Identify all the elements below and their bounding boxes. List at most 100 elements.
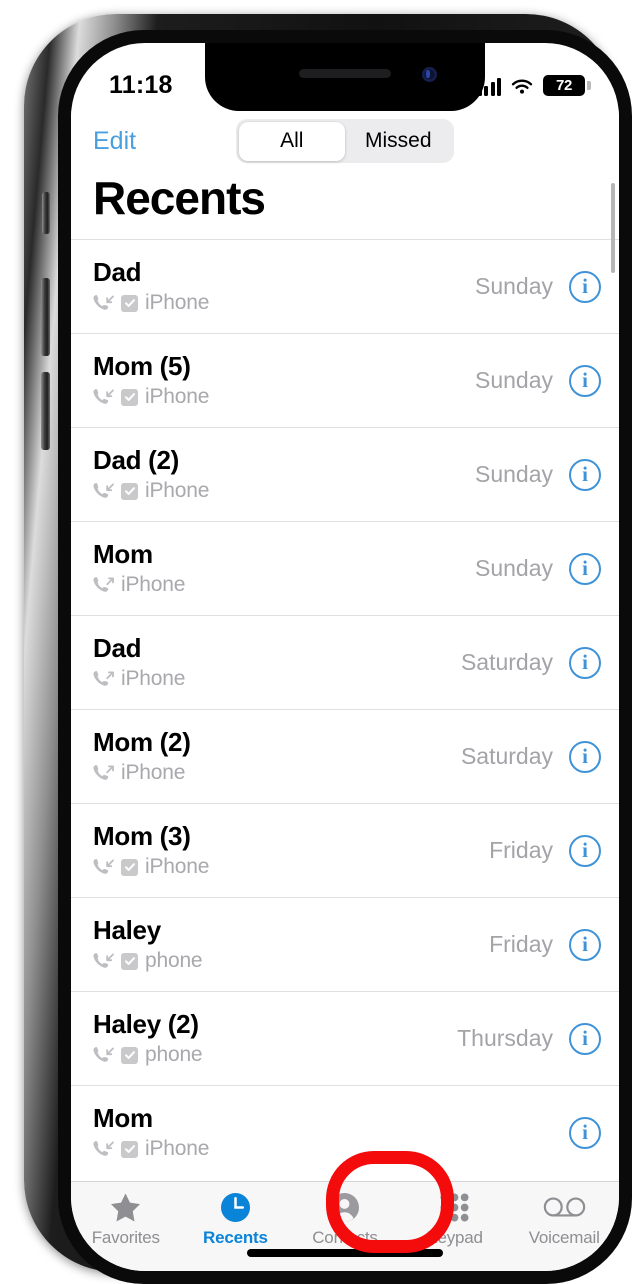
sim-checkbox-icon (121, 294, 138, 312)
incoming-call-icon (93, 1046, 114, 1065)
caller-name: Mom (3) (93, 820, 191, 851)
display-notch (205, 43, 485, 111)
call-timestamp: Saturday (460, 743, 553, 769)
call-details: iPhone (93, 573, 475, 597)
call-timestamp: Sunday (474, 555, 553, 581)
caller-name: Mom (5) (93, 350, 191, 381)
call-info-button[interactable]: i (569, 552, 601, 585)
call-details: iPhone (93, 855, 489, 879)
tab-item-favorites[interactable]: Favorites (71, 1191, 181, 1248)
tab-item-voicemail[interactable]: Voicemail (509, 1191, 619, 1248)
call-details: iPhone (93, 667, 461, 691)
call-row[interactable]: Mom (5) iPhone Sunday i (71, 333, 619, 427)
outgoing-call-icon (93, 576, 114, 595)
caller-name: Dad (93, 256, 142, 287)
calls-filter-segmented-control[interactable]: All Missed (236, 119, 454, 163)
caller-name: Dad (2) (93, 444, 180, 475)
call-info-button[interactable]: i (569, 834, 601, 867)
call-info-button[interactable]: i (569, 458, 601, 491)
call-timestamp: Thursday (457, 1025, 553, 1051)
tab-item-contacts[interactable]: Contacts (290, 1191, 400, 1248)
call-line-label: phone (145, 949, 203, 973)
call-timestamp: Friday (489, 931, 553, 957)
tab-bar: Favorites Recents Contacts Keypad Voicemail (71, 1181, 619, 1271)
call-info-button[interactable]: i (569, 1116, 601, 1149)
tab-label: Recents (203, 1228, 268, 1247)
call-line-label: iPhone (145, 291, 210, 315)
caller-name: Mom (2) (93, 726, 191, 757)
call-row-main: Mom iPhone (93, 1104, 553, 1162)
call-row[interactable]: Mom (2) iPhone Saturday i (71, 709, 619, 803)
edit-button[interactable]: Edit (93, 127, 136, 156)
call-row[interactable]: Dad (2) iPhone Sunday i (71, 427, 619, 521)
call-details: phone (93, 949, 489, 973)
volume-down-button[interactable] (41, 372, 50, 450)
outgoing-call-icon (93, 764, 114, 783)
recents-call-list[interactable]: Dad iPhone Sunday i Mom (5) iPhone Sunday i Dad … (71, 239, 619, 1181)
person-icon (329, 1191, 360, 1223)
incoming-call-icon (93, 482, 114, 501)
camera-lens-glint (425, 69, 430, 78)
call-row-main: Mom (5) iPhone (93, 352, 475, 410)
call-info-button[interactable]: i (569, 928, 601, 961)
tab-label: Contacts (312, 1228, 378, 1247)
call-row[interactable]: Mom (3) iPhone Friday i (71, 803, 619, 897)
mute-switch-button[interactable] (42, 192, 50, 234)
wifi-icon (510, 78, 534, 96)
call-row-main: Dad (2) iPhone (93, 446, 475, 504)
call-timestamp: Saturday (460, 649, 553, 675)
call-info-button[interactable]: i (569, 1022, 601, 1055)
earpiece-speaker-icon (299, 69, 391, 78)
sim-checkbox-icon (121, 482, 138, 500)
call-row[interactable]: Haley (2) phone Thursday i (71, 991, 619, 1085)
segment-all[interactable]: All (238, 121, 345, 161)
call-line-label: iPhone (145, 855, 210, 879)
sim-checkbox-icon (121, 1046, 138, 1064)
status-bar-time: 11:18 (109, 70, 173, 99)
incoming-call-icon (93, 858, 114, 877)
battery-icon: 72 (543, 74, 591, 96)
call-row[interactable]: Dad iPhone Saturday i (71, 615, 619, 709)
caller-name: Mom (93, 538, 153, 569)
call-line-label: phone (145, 1043, 203, 1067)
tab-item-keypad[interactable]: Keypad (400, 1191, 510, 1248)
call-details: iPhone (93, 291, 475, 315)
call-timestamp: Sunday (474, 461, 553, 487)
caller-name: Haley (2) (93, 1008, 199, 1039)
call-info-button[interactable]: i (569, 646, 601, 679)
call-line-label: iPhone (145, 385, 210, 409)
call-line-label: iPhone (121, 667, 186, 691)
volume-up-button[interactable] (41, 278, 50, 356)
call-row[interactable]: Dad iPhone Sunday i (71, 239, 619, 333)
sim-checkbox-icon (121, 952, 138, 970)
incoming-call-icon (93, 1140, 114, 1159)
call-row-main: Dad iPhone (93, 634, 461, 692)
call-row[interactable]: Mom iPhone Sunday i (71, 521, 619, 615)
call-info-button[interactable]: i (569, 270, 601, 303)
home-indicator[interactable] (247, 1249, 443, 1257)
incoming-call-icon (93, 952, 114, 971)
call-timestamp: Sunday (474, 273, 553, 299)
tab-item-recents[interactable]: Recents (181, 1191, 291, 1248)
call-line-label: iPhone (145, 1137, 210, 1161)
call-details: iPhone (93, 761, 461, 785)
clock-icon (220, 1191, 251, 1223)
call-row-main: Mom iPhone (93, 540, 475, 598)
voicemail-icon (543, 1191, 586, 1223)
front-camera-icon (422, 67, 437, 82)
navigation-bar: Edit All Missed (71, 111, 619, 171)
call-info-button[interactable]: i (569, 364, 601, 397)
call-row-main: Haley (2) phone (93, 1010, 457, 1068)
incoming-call-icon (93, 294, 114, 313)
keypad-icon (440, 1191, 469, 1223)
vertical-scrollbar[interactable] (611, 183, 615, 273)
call-timestamp: Sunday (474, 367, 553, 393)
status-bar-indicators: 72 (477, 59, 591, 96)
outgoing-call-icon (93, 670, 114, 689)
call-row-main: Mom (3) iPhone (93, 822, 489, 880)
segment-missed[interactable]: Missed (345, 122, 452, 161)
call-info-button[interactable]: i (569, 740, 601, 773)
tab-label: Keypad (426, 1228, 483, 1247)
call-row[interactable]: Mom iPhone i (71, 1085, 619, 1179)
call-row[interactable]: Haley phone Friday i (71, 897, 619, 991)
